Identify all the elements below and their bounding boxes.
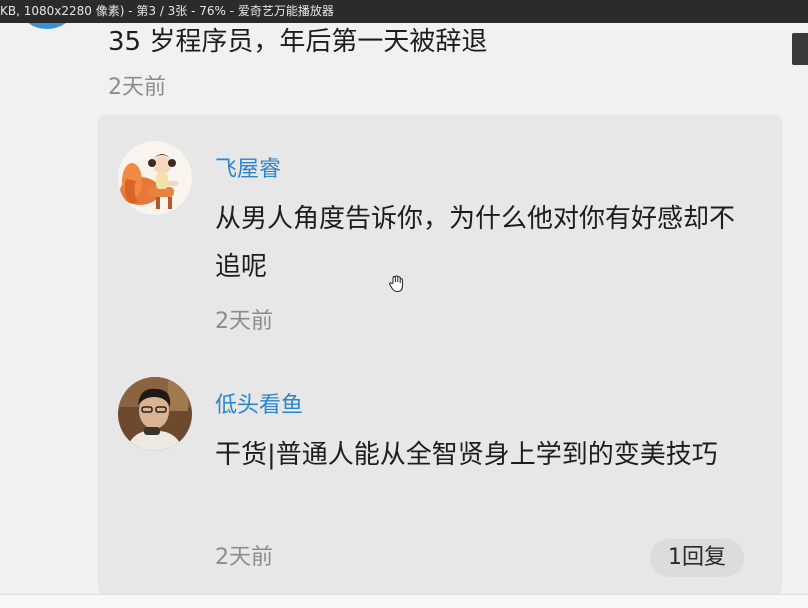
reply-text-1[interactable]: 从男人角度告诉你，为什么他对你有好感却不追呢 — [215, 195, 755, 291]
avatar[interactable] — [22, 23, 72, 29]
main-comment-text: 35 岁程序员，年后第一天被辞退 — [108, 27, 488, 57]
window-title-bar: KB, 1080x2280 像素) - 第3 / 3张 - 76% - 爱奇艺万… — [0, 0, 808, 23]
window-title: KB, 1080x2280 像素) - 第3 / 3张 - 76% - 爱奇艺万… — [0, 4, 334, 18]
reply-text-2[interactable]: 干货|普通人能从全智贤身上学到的变美技巧 — [215, 431, 755, 479]
reply-list: 飞屋睿 从男人角度告诉你，为什么他对你有好感却不追呢 2天前 低头看鱼 干货|普… — [98, 115, 782, 594]
young-man-photo-avatar-icon — [118, 377, 192, 451]
reply-time-1: 2天前 — [215, 309, 273, 334]
image-viewer[interactable]: 35 岁程序员，年后第一天被辞退 2天前 飞屋睿 从男人角度告诉你，为什么他对你… — [0, 23, 808, 594]
reply-username-1[interactable]: 飞屋睿 — [215, 151, 281, 183]
reply-time-2: 2天前 — [215, 545, 273, 570]
reply-avatar-1[interactable] — [118, 141, 192, 215]
reply-count-button[interactable]: 1回复 — [650, 539, 744, 577]
status-bar — [0, 594, 808, 608]
cartoon-girl-on-horse-avatar-icon — [118, 141, 192, 215]
reply-avatar-2[interactable] — [118, 377, 192, 451]
main-comment-time: 2天前 — [108, 75, 166, 100]
reply-username-2[interactable]: 低头看鱼 — [215, 387, 303, 419]
side-panel-handle[interactable] — [792, 33, 808, 65]
hand-cursor-icon — [388, 275, 404, 293]
